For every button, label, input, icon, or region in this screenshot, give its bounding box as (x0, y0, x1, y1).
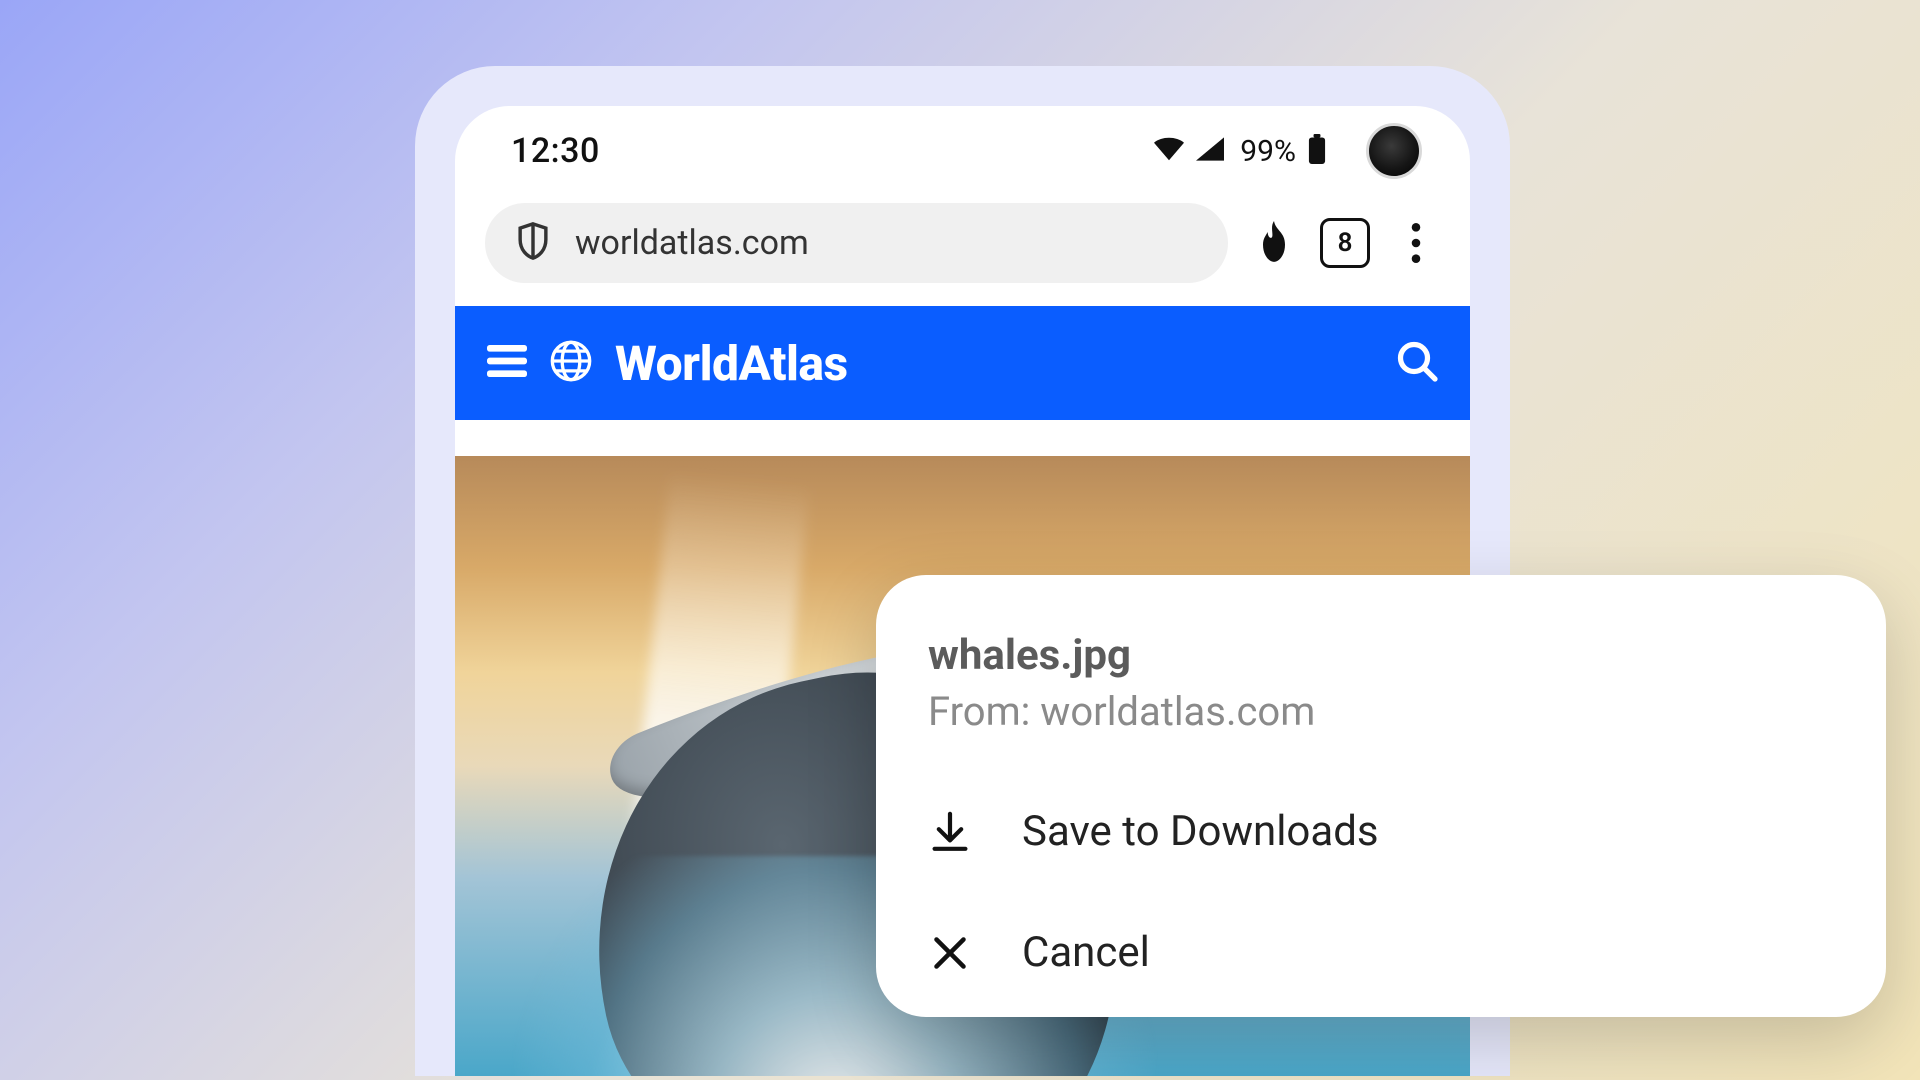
status-bar: 12:30 99% (455, 106, 1470, 196)
address-bar[interactable]: worldatlas.com (485, 203, 1228, 283)
download-source: From: worldatlas.com (928, 688, 1834, 735)
status-time: 12:30 (511, 131, 600, 171)
fire-icon[interactable] (1250, 219, 1298, 267)
battery-percent: 99% (1240, 134, 1296, 169)
background-gradient: 12:30 99% (0, 0, 1920, 1080)
download-icon (928, 811, 972, 853)
download-bottom-sheet: whales.jpg From: worldatlas.com Save to … (876, 575, 1886, 1017)
site-header: WorldAtlas (455, 306, 1470, 420)
save-to-downloads-button[interactable]: Save to Downloads (928, 807, 1834, 856)
url-text: worldatlas.com (575, 223, 809, 263)
battery-icon (1308, 134, 1326, 168)
browser-toolbar: worldatlas.com 8 (455, 196, 1470, 306)
hamburger-icon[interactable] (487, 345, 527, 381)
shield-icon (515, 221, 551, 265)
site-title: WorldAtlas (615, 335, 848, 392)
wifi-icon (1154, 137, 1184, 165)
globe-icon (549, 339, 593, 387)
save-label: Save to Downloads (1022, 807, 1379, 856)
overflow-menu-icon[interactable] (1392, 219, 1440, 267)
cellular-icon (1196, 137, 1224, 165)
status-right: 99% (1154, 123, 1422, 179)
cancel-label: Cancel (1022, 928, 1150, 977)
download-filename: whales.jpg (928, 631, 1834, 680)
search-icon[interactable] (1396, 340, 1438, 386)
tab-count-button[interactable]: 8 (1320, 218, 1370, 268)
tab-count-value: 8 (1338, 228, 1353, 258)
close-icon (928, 935, 972, 971)
cancel-button[interactable]: Cancel (928, 928, 1834, 977)
content-gap (455, 420, 1470, 456)
front-camera (1366, 123, 1422, 179)
